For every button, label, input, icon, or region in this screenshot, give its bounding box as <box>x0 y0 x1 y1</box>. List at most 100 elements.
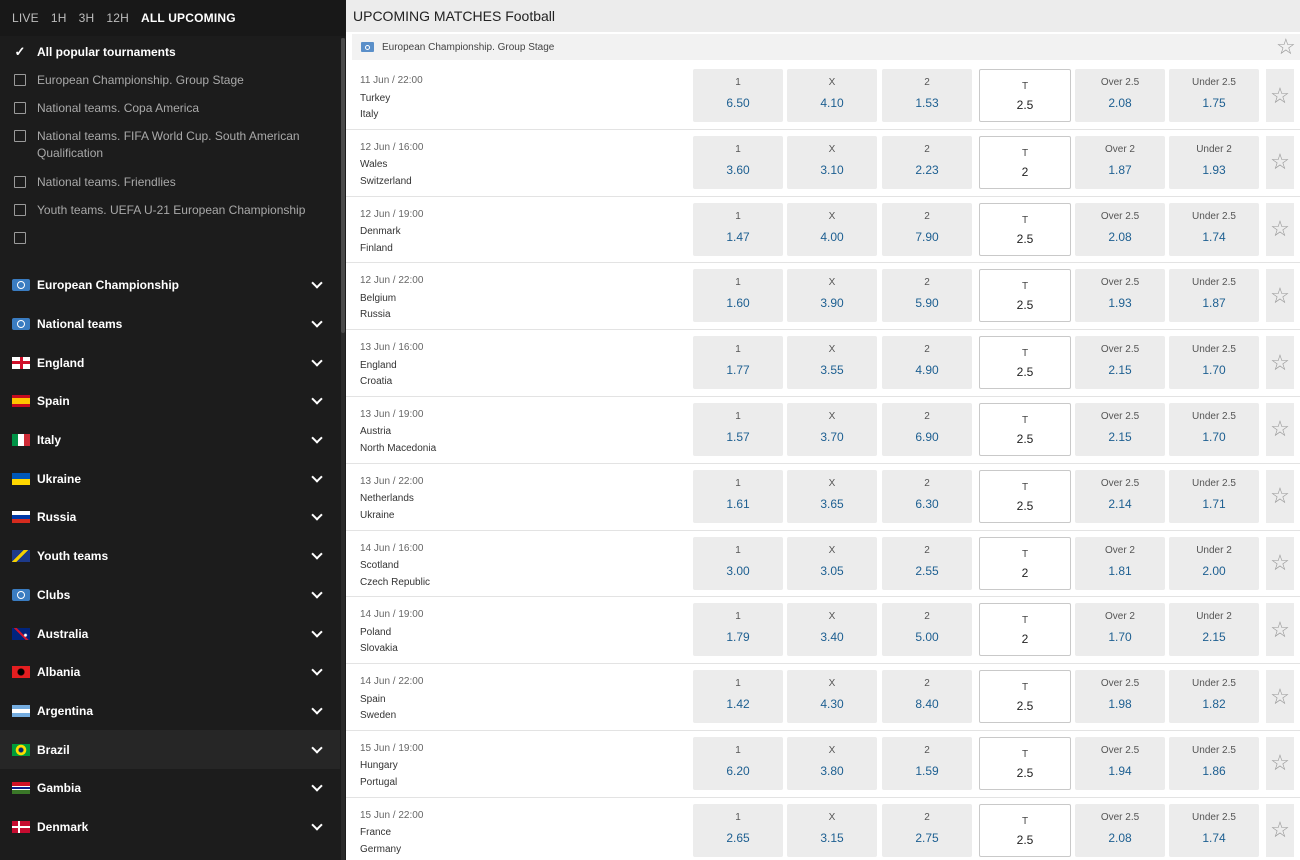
odds-button-home[interactable]: 1 3.00 <box>693 536 783 590</box>
odds-button-home[interactable]: 1 3.60 <box>693 135 783 189</box>
chevron-down-icon[interactable] <box>311 819 323 831</box>
chevron-down-icon[interactable] <box>311 471 323 483</box>
under-odds-button[interactable]: Under 2.5 1.75 <box>1169 69 1259 122</box>
sidebar-item-russia[interactable]: Russia <box>0 498 340 537</box>
tournament-item[interactable]: National teams. Friendlies <box>0 174 320 191</box>
sidebar-item-brazil[interactable]: Brazil <box>0 730 340 769</box>
over-odds-button[interactable]: Over 2 1.87 <box>1075 135 1165 189</box>
chevron-down-icon[interactable] <box>311 625 323 638</box>
odds-button-away[interactable]: 2 2.55 <box>882 536 972 590</box>
sidebar-item-england[interactable]: England <box>0 343 340 382</box>
total-line-button[interactable]: T2 <box>979 135 1071 189</box>
chevron-down-icon[interactable] <box>311 509 323 522</box>
chevron-down-icon[interactable] <box>311 355 323 367</box>
tournament-checkbox[interactable] <box>14 102 26 114</box>
under-odds-button[interactable]: Under 2.5 1.87 <box>1169 269 1259 323</box>
chevron-down-icon[interactable] <box>311 316 323 328</box>
odds-button-away[interactable]: 2 5.00 <box>882 603 972 657</box>
odds-button-draw[interactable]: X 3.55 <box>787 336 877 390</box>
odds-button-home[interactable]: 1 6.20 <box>693 736 783 790</box>
chevron-down-icon[interactable] <box>311 277 323 290</box>
total-line-button[interactable]: T 2.5 <box>979 803 1071 857</box>
odds-button-home[interactable]: 1 6.50 <box>693 69 783 122</box>
sidebar-item-national-teams[interactable]: National teams <box>0 305 340 344</box>
odds-button-draw[interactable]: X 3.15 <box>787 803 877 857</box>
sidebar-item-argentina[interactable]: Argentina <box>0 692 340 731</box>
over-odds-button[interactable]: Over 2.5 2.08 <box>1075 803 1165 857</box>
over-odds-button[interactable]: Over 2.5 1.94 <box>1075 736 1165 790</box>
favorite-match-button[interactable]: ☆ <box>1266 202 1294 256</box>
odds-button-draw[interactable]: X 3.10 <box>787 135 877 189</box>
time-tab-1h[interactable]: 1H <box>51 11 67 25</box>
odds-button-away[interactable]: 2 7.90 <box>882 202 972 256</box>
favorite-match-button[interactable]: ☆ <box>1266 336 1294 390</box>
over-odds-button[interactable]: Over 2.5 2.15 <box>1075 336 1165 390</box>
time-tab-live[interactable]: LIVE <box>12 11 39 25</box>
odds-button-home[interactable]: 1 1.79 <box>693 603 783 657</box>
odds-button-draw[interactable]: X 3.90 <box>787 269 877 323</box>
favorite-match-button[interactable]: ☆ <box>1266 402 1294 456</box>
chevron-down-icon[interactable] <box>311 741 323 754</box>
odds-button-away[interactable]: 2 4.90 <box>882 336 972 390</box>
chevron-down-icon[interactable] <box>311 587 323 599</box>
odds-button-away[interactable]: 2 6.90 <box>882 402 972 456</box>
under-odds-button[interactable]: Under 2.5 1.71 <box>1169 469 1259 523</box>
tournament-checkbox[interactable] <box>14 130 26 142</box>
total-line-button[interactable]: T2 <box>979 536 1071 590</box>
under-odds-button[interactable]: Under 2 2.00 <box>1169 536 1259 590</box>
over-odds-button[interactable]: Over 2.5 1.93 <box>1075 269 1165 323</box>
time-tab-12h[interactable]: 12H <box>106 11 129 25</box>
odds-button-draw[interactable]: X 4.30 <box>787 670 877 724</box>
odds-button-home[interactable]: 1 1.61 <box>693 469 783 523</box>
tournament-item[interactable]: ✓ All popular tournaments <box>0 44 320 61</box>
odds-button-home[interactable]: 1 1.47 <box>693 202 783 256</box>
under-odds-button[interactable]: Under 2 2.15 <box>1169 603 1259 657</box>
under-odds-button[interactable]: Under 2.5 1.74 <box>1169 803 1259 857</box>
favorite-match-button[interactable]: ☆ <box>1266 536 1294 590</box>
chevron-down-icon[interactable] <box>311 432 323 444</box>
total-line-button[interactable]: T 2.5 <box>979 269 1071 323</box>
tournament-checkbox[interactable] <box>14 74 26 86</box>
sidebar-item-clubs[interactable]: Clubs <box>0 576 340 615</box>
favorite-match-button[interactable]: ☆ <box>1266 469 1294 523</box>
tournament-item[interactable] <box>0 230 320 244</box>
odds-button-home[interactable]: 1 1.77 <box>693 336 783 390</box>
favorite-match-button[interactable]: ☆ <box>1266 670 1294 724</box>
total-line-button[interactable]: T 2.5 <box>979 402 1071 456</box>
sidebar-item-european-championship[interactable]: European Championship <box>0 266 340 305</box>
chevron-down-icon[interactable] <box>311 548 323 560</box>
under-odds-button[interactable]: Under 2.5 1.86 <box>1169 736 1259 790</box>
odds-button-home[interactable]: 1 1.60 <box>693 269 783 323</box>
sidebar-scrollbar[interactable] <box>341 38 345 860</box>
odds-button-draw[interactable]: X 4.00 <box>787 202 877 256</box>
under-odds-button[interactable]: Under 2.5 1.82 <box>1169 670 1259 724</box>
over-odds-button[interactable]: Over 2.5 2.14 <box>1075 469 1165 523</box>
total-line-button[interactable]: T 2.5 <box>979 69 1071 122</box>
sidebar-item-spain[interactable]: Spain <box>0 382 340 421</box>
over-odds-button[interactable]: Over 2.5 2.08 <box>1075 69 1165 122</box>
total-line-button[interactable]: T2 <box>979 603 1071 657</box>
checkmark-icon[interactable]: ✓ <box>14 45 26 58</box>
total-line-button[interactable]: T 2.5 <box>979 202 1071 256</box>
odds-button-draw[interactable]: X 3.80 <box>787 736 877 790</box>
odds-button-draw[interactable]: X 3.65 <box>787 469 877 523</box>
over-odds-button[interactable]: Over 2.5 2.15 <box>1075 402 1165 456</box>
odds-button-home[interactable]: 1 1.57 <box>693 402 783 456</box>
favorite-match-button[interactable]: ☆ <box>1266 803 1294 857</box>
under-odds-button[interactable]: Under 2.5 1.74 <box>1169 202 1259 256</box>
sidebar-scrollbar-thumb[interactable] <box>341 38 345 333</box>
over-odds-button[interactable]: Over 2 1.70 <box>1075 603 1165 657</box>
sidebar-item-youth-teams[interactable]: Youth teams <box>0 537 340 576</box>
odds-button-home[interactable]: 1 2.65 <box>693 803 783 857</box>
total-line-button[interactable]: T 2.5 <box>979 670 1071 724</box>
odds-button-away[interactable]: 2 8.40 <box>882 670 972 724</box>
odds-button-draw[interactable]: X 3.05 <box>787 536 877 590</box>
tournament-checkbox[interactable] <box>14 176 26 188</box>
odds-button-away[interactable]: 2 1.59 <box>882 736 972 790</box>
total-line-button[interactable]: T 2.5 <box>979 736 1071 790</box>
odds-button-home[interactable]: 1 1.42 <box>693 670 783 724</box>
odds-button-draw[interactable]: X 4.10 <box>787 69 877 122</box>
over-odds-button[interactable]: Over 2.5 2.08 <box>1075 202 1165 256</box>
tournament-checkbox[interactable] <box>14 232 26 244</box>
time-tab-3h[interactable]: 3H <box>79 11 95 25</box>
